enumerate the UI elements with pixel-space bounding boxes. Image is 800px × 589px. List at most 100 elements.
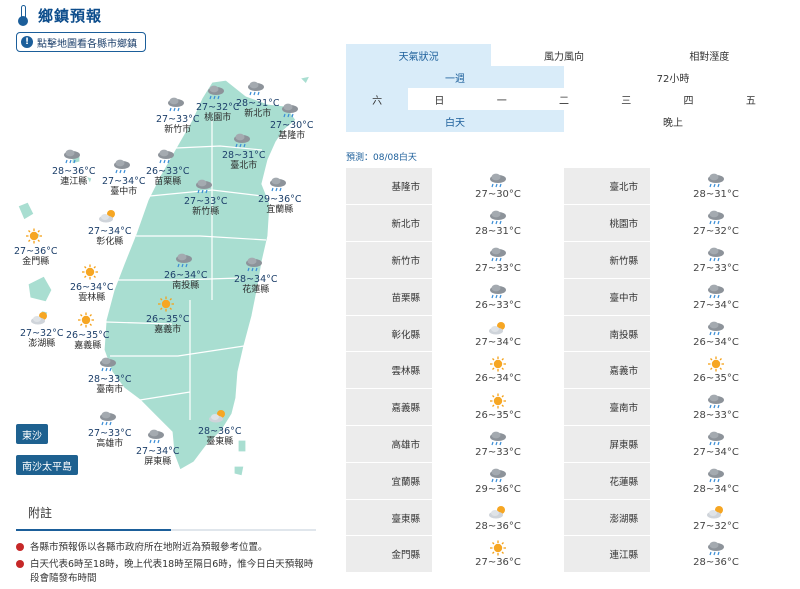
table-row: 高雄市 27~33°C 屏東縣 27~34°C <box>346 425 782 463</box>
city-name[interactable]: 臺南市 <box>564 388 650 427</box>
tab-day-thu[interactable]: 四 <box>657 88 720 110</box>
tab-wind[interactable]: 風力風向 <box>491 44 636 66</box>
map-location-temp: 27~36°C <box>14 246 58 257</box>
city-name[interactable]: 嘉義縣 <box>346 388 432 427</box>
type-tab-row: 天氣狀況 風力風向 相對溼度 <box>346 44 782 66</box>
city-name[interactable]: 雲林縣 <box>346 351 432 390</box>
map-location-14[interactable]: 26~34°C 雲林縣 <box>70 264 114 304</box>
city-weather: 29~36°C <box>432 462 564 500</box>
map-location-10[interactable]: 27~34°C 彰化縣 <box>88 208 132 248</box>
tab-day-fri[interactable]: 五 <box>719 88 782 110</box>
cloud-rain-icon <box>61 148 87 166</box>
city-name[interactable]: 嘉義市 <box>564 351 650 390</box>
map-location-12[interactable]: 26~34°C 南投縣 <box>164 252 208 292</box>
city-name[interactable]: 花蓮縣 <box>564 462 650 500</box>
tab-humidity[interactable]: 相對溼度 <box>637 44 782 66</box>
tab-night[interactable]: 晚上 <box>564 110 782 132</box>
city-weather: 27~30°C <box>432 168 564 206</box>
dongsha-button[interactable]: 東沙 <box>16 424 48 444</box>
city-weather: 28~36°C <box>432 499 564 537</box>
cloud-rain-icon <box>705 320 727 336</box>
map-location-3[interactable]: 27~33°C 新竹市 <box>156 96 200 136</box>
city-name[interactable]: 高雄市 <box>346 425 432 463</box>
map-location-9[interactable]: 29~36°C 宜蘭縣 <box>258 176 302 216</box>
map-location-2[interactable]: 27~32°C 桃園市 <box>196 84 240 124</box>
city-name[interactable]: 苗栗縣 <box>346 278 432 316</box>
city-weather: 28~36°C <box>650 535 782 574</box>
map-location-4[interactable]: 28~31°C 臺北市 <box>222 132 266 172</box>
map-location-19[interactable]: 27~33°C 高雄市 <box>88 410 132 450</box>
map-location-name: 連江縣 <box>60 177 88 187</box>
map-location-temp: 27~33°C <box>184 196 228 207</box>
city-name[interactable]: 新竹縣 <box>564 241 650 279</box>
cloud-rain-icon <box>145 428 171 446</box>
cloud-rain-icon <box>193 178 219 196</box>
city-name[interactable]: 臺東縣 <box>346 499 432 537</box>
city-temp: 27~34°C <box>693 299 739 311</box>
map-location-1[interactable]: 28~31°C 新北市 <box>236 80 280 120</box>
city-name[interactable]: 宜蘭縣 <box>346 462 432 500</box>
taiping-button[interactable]: 南沙太平島 <box>16 455 78 475</box>
city-name[interactable]: 臺中市 <box>564 278 650 316</box>
city-name[interactable]: 彰化縣 <box>346 315 432 353</box>
city-name[interactable]: 南投縣 <box>564 315 650 353</box>
city-temp: 26~33°C <box>475 299 521 311</box>
map-location-11[interactable]: 27~36°C 金門縣 <box>14 228 58 268</box>
tab-day-wed[interactable]: 三 <box>595 88 658 110</box>
map-location-21[interactable]: 28~36°C 臺東縣 <box>198 408 242 448</box>
map-location-name: 臺東縣 <box>206 437 234 447</box>
city-weather: 27~34°C <box>432 315 564 353</box>
map-location-temp: 27~34°C <box>136 446 180 457</box>
city-name[interactable]: 桃園市 <box>564 204 650 243</box>
city-name[interactable]: 基隆市 <box>346 168 432 206</box>
map-location-temp: 27~34°C <box>88 226 132 237</box>
map-location-13[interactable]: 28~34°C 花蓮縣 <box>234 256 278 296</box>
map-location-name: 雲林縣 <box>78 293 106 303</box>
tab-day-mon[interactable]: 一 <box>470 88 533 110</box>
tab-day-sun[interactable]: 日 <box>408 88 471 110</box>
city-name[interactable]: 臺北市 <box>564 168 650 206</box>
map-location-18[interactable]: 28~33°C 臺南市 <box>88 356 132 396</box>
map-location-name: 金門縣 <box>22 257 50 267</box>
tab-daytime[interactable]: 白天 <box>346 110 564 132</box>
city-name[interactable]: 屏東縣 <box>564 425 650 463</box>
tab-day-tue[interactable]: 二 <box>532 88 596 110</box>
city-temp: 27~30°C <box>475 189 521 201</box>
cloud-rain-icon <box>705 246 727 262</box>
sun-icon <box>487 540 509 556</box>
tab-72h[interactable]: 72小時 <box>564 66 782 88</box>
cloud-rain-icon <box>165 96 191 114</box>
map-location-name: 嘉義縣 <box>74 341 102 351</box>
map-location-temp: 28~33°C <box>88 374 132 385</box>
cloud-rain-icon <box>245 80 271 98</box>
map-location-name: 高雄市 <box>96 439 124 449</box>
map-location-temp: 26~34°C <box>164 270 208 281</box>
map-location-5[interactable]: 28~36°C 連江縣 <box>52 148 96 188</box>
city-temp: 27~33°C <box>475 262 521 274</box>
map-location-16[interactable]: 26~35°C 嘉義市 <box>146 296 190 336</box>
sun-icon <box>79 264 105 282</box>
tab-day-sat[interactable]: 六 <box>346 88 408 110</box>
map-location-6[interactable]: 27~34°C 臺中市 <box>102 158 146 198</box>
cloud-rain-icon <box>155 148 181 166</box>
city-name[interactable]: 連江縣 <box>564 535 650 574</box>
orchid-island <box>233 465 245 477</box>
map-location-name: 臺北市 <box>230 161 258 171</box>
taiping-label: 南沙太平島 <box>22 461 72 473</box>
city-name[interactable]: 金門縣 <box>346 535 432 574</box>
notes-item-text: 白天代表6時至18時，晚上代表18時至隔日6時，惟今日白天預報時段會隨發布時間 <box>30 559 314 584</box>
cloud-rain-icon <box>705 209 727 225</box>
tab-week[interactable]: 一週 <box>346 66 564 88</box>
map-location-20[interactable]: 27~34°C 屏東縣 <box>136 428 180 468</box>
map-location-temp: 27~33°C <box>88 428 132 439</box>
notes-item: 白天代表6時至18時，晚上代表18時至隔日6時，惟今日白天預報時段會隨發布時間 <box>16 558 316 586</box>
map-location-8[interactable]: 27~33°C 新竹縣 <box>184 178 228 218</box>
city-name[interactable]: 新竹市 <box>346 241 432 279</box>
tab-weather[interactable]: 天氣狀況 <box>346 44 492 66</box>
map-location-7[interactable]: 26~33°C 苗栗縣 <box>146 148 190 188</box>
table-row: 雲林縣 26~34°C 嘉義市 26~35°C <box>346 351 782 390</box>
city-name[interactable]: 澎湖縣 <box>564 499 650 537</box>
map-location-15[interactable]: 26~35°C 嘉義縣 <box>66 312 110 352</box>
city-name[interactable]: 新北市 <box>346 204 432 243</box>
map-location-17[interactable]: 27~32°C 澎湖縣 <box>20 310 64 350</box>
